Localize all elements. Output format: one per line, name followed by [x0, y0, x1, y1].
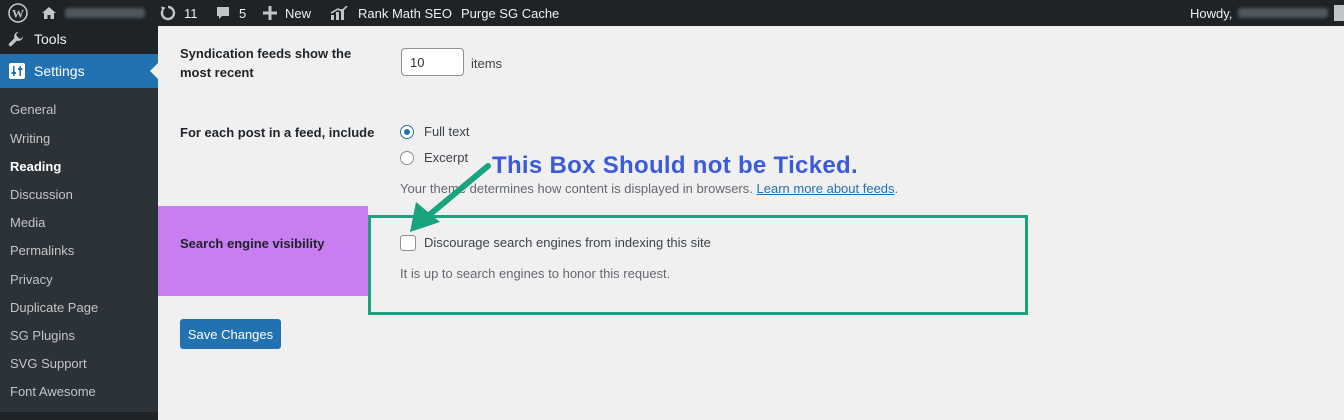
rank-math-item[interactable]: Rank Math SEO — [330, 0, 452, 26]
submenu-item-reading[interactable]: Reading — [10, 159, 61, 174]
site-name-blurred — [65, 8, 145, 18]
full-text-label[interactable]: Full text — [424, 124, 470, 139]
submenu-item-svg-support[interactable]: SVG Support — [10, 356, 87, 371]
updates-item[interactable]: 11 — [159, 0, 198, 26]
comments-item[interactable]: 5 — [215, 0, 246, 26]
sidebar-bottom — [0, 412, 158, 420]
full-text-radio[interactable] — [400, 125, 414, 139]
submenu-item-duplicate-page[interactable]: Duplicate Page — [10, 300, 98, 315]
purge-cache-label: Purge SG Cache — [461, 5, 560, 21]
avatar — [1334, 5, 1344, 21]
new-label: New — [285, 5, 312, 21]
syndication-count-value: 10 — [410, 54, 425, 70]
save-changes-button[interactable]: Save Changes — [180, 319, 281, 349]
updates-icon — [159, 4, 177, 22]
submenu-item-font-awesome[interactable]: Font Awesome — [10, 384, 96, 399]
wrench-icon — [8, 31, 24, 47]
sidebar-item-settings[interactable]: Settings — [0, 54, 158, 88]
syndication-count-input[interactable]: 10 — [401, 48, 464, 76]
settings-submenu: General Writing Reading Discussion Media… — [0, 88, 158, 420]
wordpress-logo-icon[interactable]: W — [8, 0, 28, 26]
syndication-label: Syndication feeds show the most recent — [180, 44, 351, 82]
annotation-text: This Box Should not be Ticked. — [492, 152, 858, 179]
sidebar-item-tools[interactable]: Tools — [0, 26, 158, 51]
purge-cache-item[interactable]: Purge SG Cache — [461, 0, 559, 26]
syndication-label-line1: Syndication feeds show the — [180, 46, 352, 61]
submenu-item-writing[interactable]: Writing — [10, 131, 50, 146]
admin-sidebar: Tools Settings General Writing Reading D… — [0, 26, 158, 420]
feed-description-period: . — [894, 181, 899, 196]
howdy-label: Howdy, — [1190, 5, 1233, 21]
sidebar-item-tools-label: Tools — [34, 30, 67, 47]
syndication-suffix: items — [471, 56, 503, 71]
settings-sliders-icon — [9, 63, 25, 79]
learn-more-feeds-link[interactable]: Learn more about feeds — [757, 181, 895, 196]
submenu-item-media[interactable]: Media — [10, 215, 45, 230]
syndication-label-line2: most recent — [180, 65, 254, 80]
sidebar-item-settings-label: Settings — [34, 63, 85, 79]
submenu-item-general[interactable]: General — [10, 102, 56, 117]
username-blurred — [1238, 8, 1329, 18]
submenu-item-sg-plugins[interactable]: SG Plugins — [10, 328, 75, 343]
submenu-item-privacy[interactable]: Privacy — [10, 272, 53, 287]
site-name[interactable] — [41, 0, 145, 26]
feed-include-label: For each post in a feed, include — [180, 125, 375, 140]
submenu-item-discussion[interactable]: Discussion — [10, 187, 73, 202]
rank-math-icon — [330, 6, 348, 20]
plus-icon — [263, 6, 277, 20]
visibility-label: Search engine visibility — [180, 236, 325, 251]
annotation-arrow-icon — [410, 163, 491, 232]
updates-count: 11 — [184, 5, 198, 21]
new-content-item[interactable]: New — [263, 0, 311, 26]
rank-math-label: Rank Math SEO — [358, 5, 452, 21]
comments-count: 5 — [239, 5, 247, 21]
home-icon — [41, 5, 57, 21]
comment-icon — [215, 5, 231, 21]
admin-bar: W 11 5 New Rank Math SEO Purge SG Cache … — [0, 0, 1344, 26]
submenu-item-permalinks[interactable]: Permalinks — [10, 243, 74, 258]
svg-text:W: W — [12, 7, 24, 21]
user-menu[interactable]: Howdy, — [1190, 0, 1344, 26]
